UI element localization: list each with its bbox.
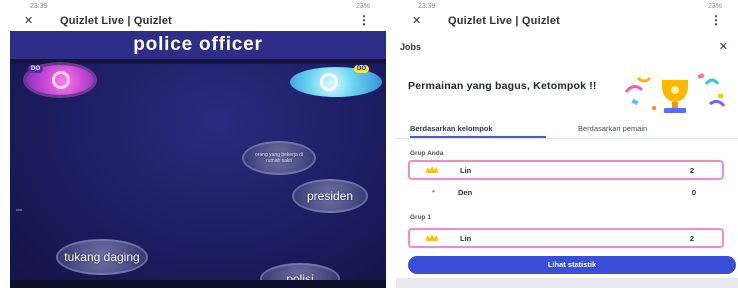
more-menu-icon[interactable]: ⋮ xyxy=(358,13,370,27)
bottom-strip xyxy=(396,278,738,288)
window-title: Quizlet Live | Quizlet xyxy=(60,15,172,27)
tab-by-group[interactable]: Berdasarkan kelompok xyxy=(410,124,493,133)
answer-bubble-tukang-daging[interactable]: tukang daging xyxy=(56,239,148,275)
avatar-ring-icon xyxy=(52,71,70,89)
crown-icon xyxy=(426,234,438,241)
section-your-group: Grup Anda xyxy=(410,150,444,157)
player-badge-pink: DO xyxy=(28,65,43,73)
game-header: police officer xyxy=(10,31,386,59)
edge-marker xyxy=(16,209,22,211)
answer-bubble-presiden[interactable]: presiden xyxy=(292,179,368,213)
answer-label: orang yang bekerja di rumah sakit xyxy=(254,152,304,164)
results-header: Jobs ✕ xyxy=(396,39,738,57)
tab-divider xyxy=(396,138,738,139)
player-score: 2 xyxy=(689,166,694,175)
avatar-ring-icon xyxy=(320,73,338,91)
window-title: Quizlet Live | Quizlet xyxy=(448,15,560,27)
game-board: police officer DO DO orang yang bekerja … xyxy=(10,31,386,288)
crown-icon xyxy=(426,166,438,173)
set-title: Jobs xyxy=(400,42,422,52)
tab-by-player[interactable]: Berdasarkan pemain xyxy=(578,124,647,133)
results-headline: Permainan yang bagus, Ketompok !! xyxy=(408,80,597,92)
more-menu-icon[interactable]: ⋮ xyxy=(710,13,722,27)
player-avatar-blue xyxy=(290,67,382,97)
answer-label: presiden xyxy=(306,189,354,203)
close-results-icon[interactable]: ✕ xyxy=(719,40,728,53)
battery-status: 23% xyxy=(707,3,722,10)
game-screen: 23:39 23% ✕ Quizlet Live | Quizlet ⋮ pol… xyxy=(8,0,386,288)
group-row-den[interactable]: • Den 0 xyxy=(408,184,724,204)
status-time: 23:39 xyxy=(418,3,436,10)
battery-status: 23% xyxy=(355,3,370,10)
answer-bubble-hospital[interactable]: orang yang bekerja di rumah sakit xyxy=(242,141,316,175)
player-score: 2 xyxy=(689,234,694,243)
status-bar: 23:39 23% xyxy=(396,0,738,12)
group-row-lin[interactable]: Lin 2 xyxy=(408,160,724,180)
player-badge-blue: DO xyxy=(354,65,369,73)
browser-app-bar: ✕ Quizlet Live | Quizlet ⋮ xyxy=(396,12,738,30)
game-title: police officer xyxy=(133,34,263,55)
view-stats-button[interactable]: Lihat statistik xyxy=(408,256,736,274)
bullet-icon: • xyxy=(432,187,435,196)
group-row-lin[interactable]: Lin 2 xyxy=(408,228,724,248)
status-time: 23:39 xyxy=(30,3,48,10)
trophy-confetti-icon xyxy=(624,73,726,113)
close-icon[interactable]: ✕ xyxy=(24,14,33,27)
header-divider xyxy=(10,59,386,64)
player-score: 0 xyxy=(691,188,696,197)
results-tabs: Berdasarkan kelompok Berdasarkan pemain xyxy=(396,124,738,139)
section-group-1: Grup 1 xyxy=(410,214,431,221)
status-bar: 23:39 23% xyxy=(8,0,386,12)
player-name: Den xyxy=(458,188,473,197)
bottom-bar xyxy=(10,280,386,288)
browser-app-bar: ✕ Quizlet Live | Quizlet ⋮ xyxy=(8,12,386,30)
player-name: Lin xyxy=(460,234,472,243)
answer-label: tukang daging xyxy=(64,249,140,264)
results-screen: 23:39 23% ✕ Quizlet Live | Quizlet ⋮ Job… xyxy=(396,0,738,288)
player-name: Lin xyxy=(460,166,472,175)
close-icon[interactable]: ✕ xyxy=(412,14,421,27)
